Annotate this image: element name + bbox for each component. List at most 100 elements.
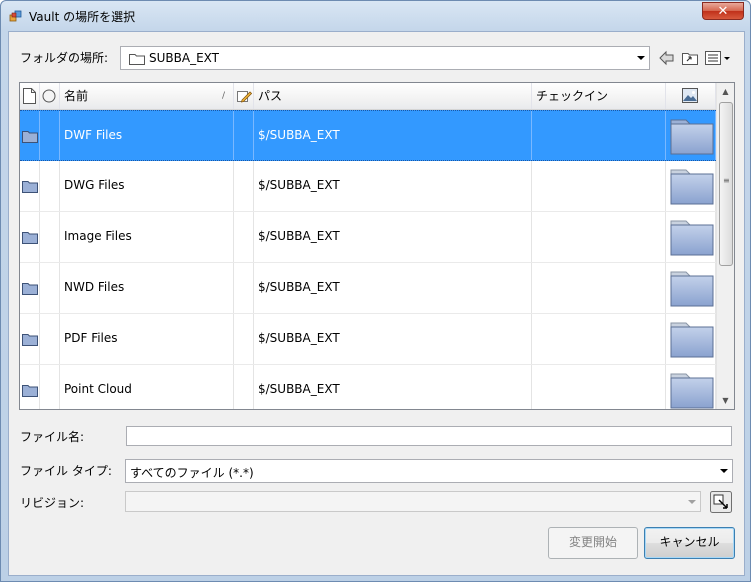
revision-picker-icon[interactable]: [710, 491, 732, 513]
table-row[interactable]: DWG Files $/SUBBA_EXT: [20, 161, 716, 212]
row-checkin: [532, 212, 666, 262]
row-edit-cell: [234, 263, 254, 313]
folder-icon: [129, 54, 145, 65]
file-grid[interactable]: 名前 / パス チェックイン DWF Files $/SUBBA_EXT DWG…: [19, 82, 735, 410]
row-path: $/SUBBA_EXT: [254, 314, 532, 364]
sort-indicator-icon: /: [221, 91, 225, 101]
table-row[interactable]: NWD Files $/SUBBA_EXT: [20, 263, 716, 314]
folder-icon: [670, 271, 714, 307]
filetype-label: ファイル タイプ:: [20, 464, 112, 478]
folder-icon: [22, 283, 38, 295]
vault-app-icon: [9, 10, 22, 22]
folder-icon: [670, 119, 714, 155]
row-icon-cell: [20, 314, 40, 364]
header-path-column[interactable]: パス: [254, 83, 532, 109]
row-edit-cell: [234, 111, 254, 160]
row-name: Image Files: [60, 212, 234, 262]
row-name: DWF Files: [60, 111, 234, 160]
row-name: Point Cloud: [60, 365, 234, 409]
row-thumbnail: [666, 314, 716, 364]
folder-icon: [670, 322, 714, 358]
filetype-combo[interactable]: すべてのファイル (*.*): [125, 459, 733, 483]
scroll-down-button[interactable]: ▼: [717, 392, 734, 409]
row-path: $/SUBBA_EXT: [254, 161, 532, 211]
scroll-grip-icon: ≡: [723, 176, 730, 185]
header-status-column[interactable]: [40, 83, 60, 109]
close-icon: ✕: [717, 4, 729, 19]
back-arrow-icon[interactable]: [658, 49, 676, 67]
dialog-window: Vault の場所を選択 ✕ フォルダの場所: SUBBA_EXT 名前 / パ…: [0, 0, 751, 582]
header-doc-column[interactable]: [20, 83, 40, 109]
header-checkin-label: チェックイン: [536, 89, 609, 103]
location-value: SUBBA_EXT: [149, 51, 219, 65]
location-combo[interactable]: SUBBA_EXT: [120, 46, 650, 70]
up-folder-icon[interactable]: [681, 49, 699, 67]
folder-icon: [22, 385, 38, 397]
table-row[interactable]: PDF Files $/SUBBA_EXT: [20, 314, 716, 365]
row-icon-cell: [20, 212, 40, 262]
folder-icon: [22, 181, 38, 193]
folder-icon: [670, 169, 714, 205]
row-path: $/SUBBA_EXT: [254, 111, 532, 160]
window-title: Vault の場所を選択: [29, 10, 136, 24]
cancel-button[interactable]: キャンセル: [644, 527, 735, 559]
folder-icon: [22, 232, 38, 244]
folder-icon: [22, 334, 38, 346]
circle-status-icon: [42, 89, 56, 103]
location-label: フォルダの場所:: [20, 51, 109, 65]
dialog-client: フォルダの場所: SUBBA_EXT 名前 / パス チェックイン DWF Fi…: [8, 31, 745, 576]
scroll-thumb[interactable]: ≡: [719, 102, 733, 266]
row-edit-cell: [234, 212, 254, 262]
table-row[interactable]: DWF Files $/SUBBA_EXT: [20, 110, 716, 161]
filename-input[interactable]: [126, 426, 732, 446]
row-checkin: [532, 365, 666, 409]
row-edit-cell: [234, 314, 254, 364]
view-menu-icon[interactable]: [704, 49, 732, 67]
row-status-cell: [40, 365, 60, 409]
row-thumbnail: [666, 212, 716, 262]
row-status-cell: [40, 212, 60, 262]
row-path: $/SUBBA_EXT: [254, 263, 532, 313]
row-icon-cell: [20, 263, 40, 313]
row-edit-cell: [234, 365, 254, 409]
document-icon: [23, 88, 36, 104]
row-path: $/SUBBA_EXT: [254, 365, 532, 409]
revision-label: リビジョン:: [20, 496, 85, 510]
row-icon-cell: [20, 161, 40, 211]
vertical-scrollbar[interactable]: ▲ ≡ ▼: [716, 83, 734, 409]
row-edit-cell: [234, 161, 254, 211]
row-path: $/SUBBA_EXT: [254, 212, 532, 262]
chevron-down-icon: [637, 56, 645, 60]
filename-label: ファイル名:: [20, 430, 85, 444]
close-button[interactable]: ✕: [702, 2, 744, 20]
filetype-value: すべてのファイル (*.*): [130, 466, 254, 480]
row-checkin: [532, 314, 666, 364]
table-row[interactable]: Point Cloud $/SUBBA_EXT: [20, 365, 716, 409]
folder-icon: [22, 131, 38, 143]
row-checkin: [532, 111, 666, 160]
row-icon-cell: [20, 365, 40, 409]
header-name-column[interactable]: 名前 /: [60, 83, 234, 109]
row-name: NWD Files: [60, 263, 234, 313]
title-bar[interactable]: Vault の場所を選択 ✕: [1, 1, 750, 31]
revision-combo[interactable]: [125, 491, 701, 512]
header-edit-column[interactable]: [234, 83, 254, 109]
row-checkin: [532, 263, 666, 313]
open-button[interactable]: 変更開始: [548, 527, 638, 559]
chevron-down-icon: [688, 499, 696, 504]
row-checkin: [532, 161, 666, 211]
header-thumbnail-column[interactable]: [666, 83, 716, 109]
header-name-label: 名前: [64, 89, 89, 103]
row-thumbnail: [666, 111, 716, 160]
chevron-down-icon: [720, 469, 728, 473]
row-name: PDF Files: [60, 314, 234, 364]
thumbnail-icon: [682, 88, 698, 103]
row-thumbnail: [666, 263, 716, 313]
header-checkin-column[interactable]: チェックイン: [532, 83, 666, 109]
scroll-up-button[interactable]: ▲: [717, 83, 734, 100]
folder-icon: [670, 220, 714, 256]
table-row[interactable]: Image Files $/SUBBA_EXT: [20, 212, 716, 263]
row-status-cell: [40, 111, 60, 160]
row-name: DWG Files: [60, 161, 234, 211]
folder-icon: [670, 373, 714, 409]
